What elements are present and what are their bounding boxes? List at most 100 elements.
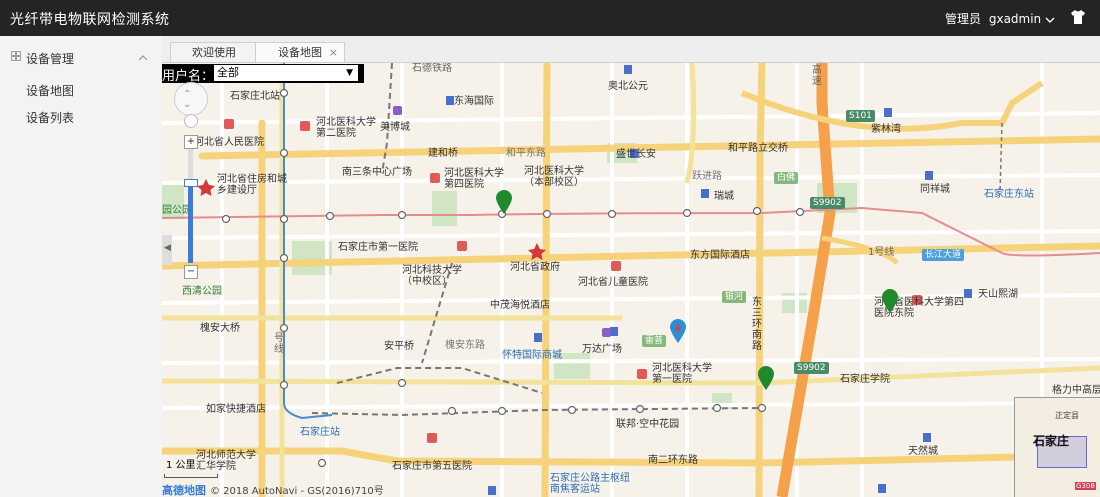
map-label: 联邦·空中花园 [616,419,680,430]
map-label: 万达广场 [582,344,622,355]
user-menu[interactable]: 管理员 gxadmin [945,10,1055,27]
map-copyright: 高德地图 © 2018 AutoNavi - GS(2016)710号 [162,482,384,497]
minimap-road-badge: G308 [1075,482,1096,490]
map-label: 盛世长安 [616,149,656,160]
minimap-sub-label: 正定县 [1055,411,1079,420]
pan-down-icon[interactable]: ⌄ [183,99,191,110]
tab-device-map[interactable]: 设备地图 × [255,42,345,62]
user-select-value: 全部 [217,66,239,79]
map-label: 西清公园 [182,286,222,297]
chevron-down-icon[interactable] [1045,16,1055,24]
map-label: 南三条中心广场 [342,167,412,178]
road-badge: S9902 [810,197,845,209]
close-icon[interactable]: × [329,43,338,63]
map-label: 河北省人民医院 [194,137,264,148]
map-label: 天然城 [908,446,938,457]
sidebar-item-device-list[interactable]: 设备列表 [26,109,74,126]
road-badge: S101 [846,110,875,122]
map-label: 中茂海悦酒店 [490,300,550,311]
chevron-left-icon: ◀ [164,243,171,253]
device-marker-1[interactable] [496,190,512,214]
map-label: 河北医科大学（本部校区） [524,166,584,188]
map-label: 槐安大桥 [200,323,240,334]
map-label: 建和桥 [428,148,458,159]
dropdown-arrow-icon[interactable]: ▼ [346,65,353,81]
map-scale: 1 公里 [164,456,218,478]
map-label: 和平东路 [506,148,546,159]
road-badge: 雷普 [642,335,667,347]
map-label: 高速 [812,65,822,87]
map-label: 石家庄站 [300,427,340,438]
map-label: 河北省政府 [510,262,560,273]
theme-shirt-icon[interactable] [1070,9,1086,25]
map-label: 河北省住房和城乡建设厅 [217,174,287,196]
map-label: 河北科技大学（中校区） [402,265,462,287]
map-label: 石家庄北站 [230,91,280,102]
sidebar-item-device-map[interactable]: 设备地图 [26,82,74,99]
tab-bar: 欢迎使用 设备地图 × [162,36,1100,63]
scale-bar [164,474,218,478]
zoom-slider-knob[interactable] [184,179,198,187]
admin-label: 管理员 [945,12,982,26]
username[interactable]: gxadmin [989,12,1041,26]
map-locate-button[interactable] [184,114,198,128]
sidebar-section-device-management[interactable]: 设备管理 [0,48,162,68]
chevron-up-icon[interactable] [137,52,149,64]
road-badge: S9902 [794,362,829,374]
amap-logo: 高德地图 [162,484,206,497]
map-label: 东方国际酒店 [690,250,750,261]
sidebar: 设备管理 设备地图 设备列表 [0,36,163,497]
map-label: 石家庄市第一医院 [338,242,418,253]
road-badge: 白佛 [774,172,799,184]
tab-welcome[interactable]: 欢迎使用 [170,42,258,62]
grid-icon [11,51,21,61]
map-label: 安平桥 [384,341,414,352]
user-filter-bar: 用户名： 全部 ▼ [162,64,364,84]
road-badge: 银河 [722,291,747,303]
map-label: 河北医科大学第二医院 [316,117,376,139]
map-label: 河北师范大学汇华学院 [196,450,256,472]
map-label: 如家快捷酒店 [206,404,266,415]
zoom-out-button[interactable]: − [184,265,198,279]
map-label: 号线 [274,333,284,355]
charging-station-icon [670,319,686,343]
map-label: 东海国际 [454,96,494,107]
user-select[interactable]: 全部 ▼ [214,65,358,81]
map-label: 1号线 [868,247,895,258]
map-label: 和平路立交桥 [728,143,788,154]
zoom-in-button[interactable]: + [184,135,198,149]
map-label: 怀特国际商城 [502,350,562,361]
map-label: 石家庄东站 [984,189,1034,200]
map-label: 南二环东路 [648,455,698,466]
overview-minimap[interactable]: 正定县 石家庄 G308 [1014,397,1100,497]
collapse-sidebar-button[interactable]: ◀ [162,235,172,265]
map-label: 东三环南路 [752,297,762,352]
map-label: 紫林湾 [871,124,901,135]
map-label: 河北省儿童医院 [578,277,648,288]
copyright-text: © 2018 AutoNavi - GS(2016)710号 [210,486,384,497]
sidebar-section-label: 设备管理 [26,52,75,66]
zoom-control[interactable]: + − [184,135,198,279]
scale-label: 1 公里 [166,460,196,471]
app-title: 光纤带电物联网检测系统 [10,12,170,28]
map-label: 石德铁路 [412,63,452,74]
device-marker-3[interactable] [758,366,774,390]
map-label: 跃进路 [692,171,722,182]
tab-device-map-label: 设备地图 [278,46,322,59]
map-label: 石家庄学院 [840,374,890,385]
map-label: 河北医科大学第一医院 [652,363,712,385]
map-label: 同祥城 [920,184,950,195]
minimap-city-label: 石家庄 [1033,434,1070,448]
map-label: 格力中高层 [1052,385,1100,396]
map-label: 天山熙湖 [978,289,1018,300]
map-label: 石家庄公路主枢纽南焦客运站 [550,473,630,495]
map-label: 石家庄市第五医院 [392,461,472,472]
map-label: 奥北公元 [608,81,648,92]
zoom-level-fill [188,183,193,263]
map-label: 河北医科大学第四医院 [444,168,504,190]
device-map[interactable]: 石家庄北站 河北省人民医院 河北医科大学第二医院 美博城 东海国际 奥北公元 紫… [162,63,1100,497]
map-label: 槐安东路 [445,340,485,351]
top-bar: 光纤带电物联网检测系统 管理员 gxadmin [0,0,1100,36]
map-pan-control[interactable]: ⌃ ⌄ [174,82,208,116]
device-marker-2[interactable] [882,289,898,313]
